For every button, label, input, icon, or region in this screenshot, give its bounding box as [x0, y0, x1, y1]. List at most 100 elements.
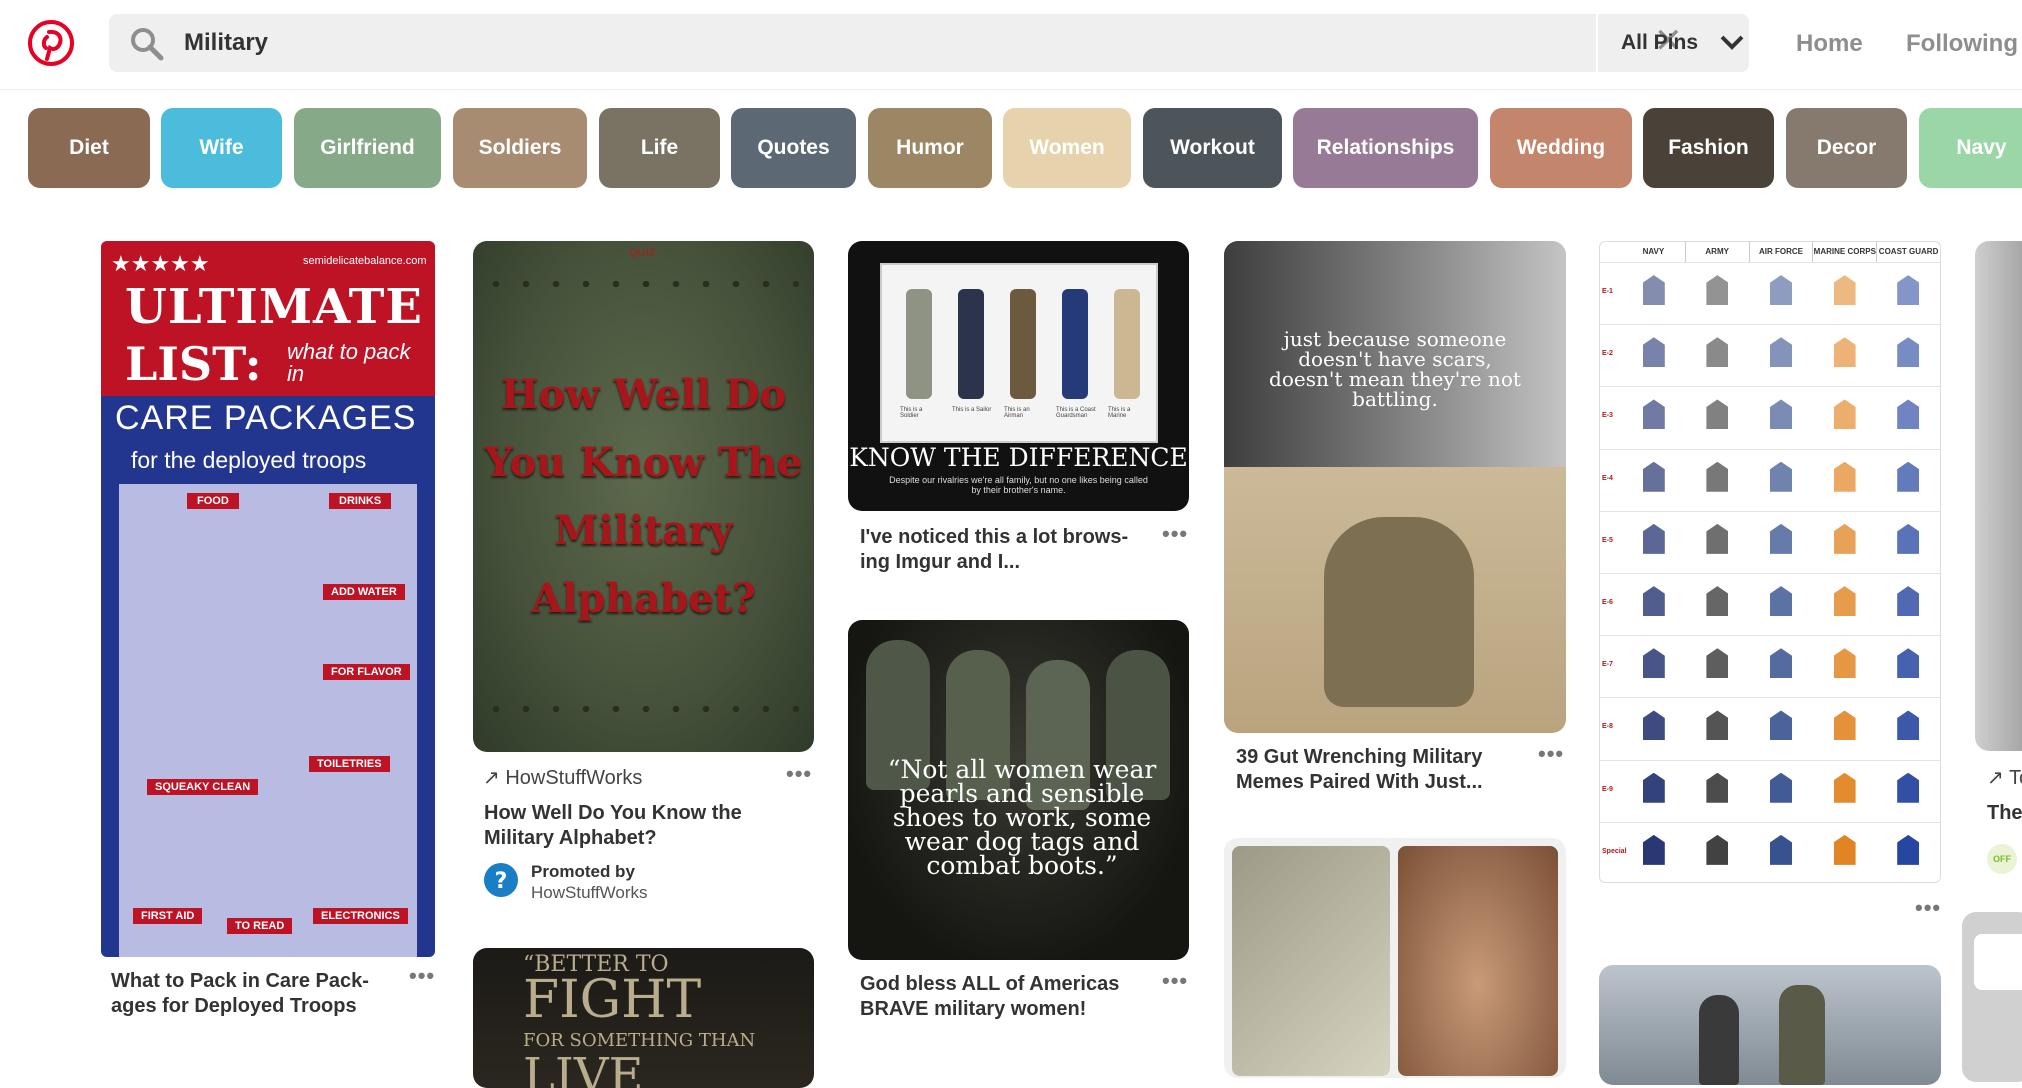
promoted-by: Promoted by HowStuffWorks — [531, 861, 648, 903]
chip-diet[interactable]: Diet — [28, 108, 150, 188]
pin-scars-meme[interactable]: just because someone doesn't have scars,… — [1224, 241, 1566, 801]
col-air-force: AIR FORCE — [1750, 242, 1814, 262]
rank-insignia-icon — [1770, 772, 1792, 803]
pin-source-link[interactable]: ↗ To — [1987, 765, 2022, 790]
home-link[interactable]: Home — [1796, 30, 1863, 58]
figure-sailor — [958, 289, 984, 399]
rank-insignia-icon — [1642, 399, 1665, 430]
more-options-icon[interactable]: ••• — [1538, 741, 1564, 767]
rank-insignia-icon — [1642, 710, 1665, 741]
pin-gym[interactable] — [1599, 965, 1941, 1085]
chip-life[interactable]: Life — [599, 108, 720, 188]
chip-girlfriend[interactable]: Girlfriend — [294, 108, 441, 188]
military-women-image[interactable]: “Not all women wear pearls and sensible … — [848, 620, 1189, 960]
rank-insignia-icon — [1642, 461, 1665, 492]
promoter-name[interactable]: HowStuffWorks — [531, 883, 648, 902]
chip-wedding[interactable]: Wedding — [1490, 108, 1632, 188]
all-pins-filter[interactable]: All Pins — [1621, 31, 1698, 55]
more-options-icon[interactable]: ••• — [409, 963, 435, 989]
chip-wife[interactable]: Wife — [161, 108, 282, 188]
pin-title[interactable]: How Well Do You Know the Military Alphab… — [484, 801, 784, 851]
pin-better-to-fight[interactable]: “BETTER TO FIGHT FOR SOMETHING THAN LIVE — [473, 948, 814, 1088]
chip-fashion[interactable]: Fashion — [1643, 108, 1774, 188]
chip-quotes[interactable]: Quotes — [731, 108, 856, 188]
more-options-icon[interactable]: ••• — [1162, 521, 1188, 547]
pin-dog-tags[interactable] — [1224, 838, 1566, 1078]
more-options-icon[interactable]: ••• — [1162, 968, 1188, 994]
pin-title[interactable]: 39 Gut Wrenching Military Memes Paired W… — [1236, 745, 1526, 795]
pin-rank-chart[interactable]: NAVY ARMY AIR FORCE MARINE CORPS COAST G… — [1599, 241, 1941, 921]
chip-women[interactable]: Women — [1003, 108, 1131, 188]
rank-rows: E-1 E-2 E-3 E-4 E-5 E-6 E-7 E-8 E-9 Special — [1600, 262, 1940, 882]
pin-title[interactable]: God bless ALL of Americas BRAVE military… — [860, 972, 1150, 1022]
more-options-icon[interactable]: ••• — [786, 761, 812, 787]
pin-care-packages[interactable]: ★★★★★ semidelicatebalance.com ULTIMATE L… — [101, 241, 437, 1021]
rank-insignia-icon — [1642, 275, 1665, 306]
right-edge-image-2[interactable] — [1962, 912, 2022, 1082]
rating-stars: ★★★★★ — [111, 251, 210, 276]
chip-soldiers[interactable]: Soldiers — [453, 108, 587, 188]
difference-subcaption: Despite our rivalries we're all family, … — [889, 475, 1148, 495]
scars-meme-image[interactable]: just because someone doesn't have scars,… — [1224, 241, 1566, 733]
rank-insignia-icon — [1833, 337, 1856, 368]
pin-military-women[interactable]: “Not all women wear pearls and sensible … — [848, 620, 1189, 1025]
rank-chart-image[interactable]: NAVY ARMY AIR FORCE MARINE CORPS COAST G… — [1599, 241, 1941, 883]
rank-insignia-icon — [1833, 461, 1856, 492]
rank-insignia-icon — [1706, 586, 1729, 617]
care-package-image[interactable]: ★★★★★ semidelicatebalance.com ULTIMATE L… — [101, 241, 435, 957]
figure-marine — [1114, 289, 1140, 399]
rank-insignia-icon — [1770, 461, 1792, 492]
rank-insignia-icon — [1897, 772, 1920, 803]
search-input[interactable]: Military — [184, 29, 268, 57]
following-link[interactable]: Following — [1906, 30, 2018, 58]
rank-insignia-icon — [1770, 834, 1792, 865]
rank-insignia-icon — [1642, 523, 1665, 554]
gym-image[interactable] — [1599, 965, 1941, 1085]
rivets-bottom — [481, 706, 806, 712]
rank-insignia-icon — [1833, 834, 1856, 865]
more-options-icon[interactable]: ••• — [1915, 895, 1941, 921]
better-to-fight-image[interactable]: “BETTER TO FIGHT FOR SOMETHING THAN LIVE — [473, 948, 814, 1088]
chip-workout[interactable]: Workout — [1143, 108, 1282, 188]
difference-caption: KNOW THE DIFFERENCE — [849, 443, 1188, 472]
col-army: ARMY — [1686, 242, 1750, 262]
source-avatar[interactable]: OFF — [1987, 844, 2017, 874]
scars-quote: just because someone doesn't have scars,… — [1269, 327, 1521, 411]
rank-insignia-icon — [1706, 337, 1729, 368]
rank-insignia-icon — [1706, 710, 1729, 741]
rank-row: E-8 — [1600, 697, 1940, 759]
howstuffworks-avatar-icon[interactable]: ? — [484, 863, 518, 897]
pin-military-alphabet[interactable]: QUIZ How Well Do You Know The Military A… — [473, 241, 814, 903]
rank-row: E-3 — [1600, 386, 1940, 448]
rank-insignia-icon — [1770, 399, 1792, 430]
rank-insignia-icon — [1706, 772, 1729, 803]
figure-airman — [1010, 289, 1036, 399]
care-headline-4: for the deployed troops — [131, 447, 367, 473]
chip-relationships[interactable]: Relationships — [1293, 108, 1478, 188]
pin-source-link[interactable]: ↗ HowStuffWorks — [483, 765, 642, 790]
right-edge-image[interactable] — [1975, 241, 2022, 751]
label-marine: This is a Marine — [1108, 407, 1131, 419]
know-difference-image[interactable]: This is a Soldier This is a Sailor This … — [848, 241, 1189, 511]
rank-insignia-icon — [1833, 586, 1856, 617]
chip-navy[interactable]: Navy — [1919, 108, 2022, 188]
pin-title[interactable]: The — [1987, 801, 2022, 826]
pin-title[interactable]: I've noticed this a lot brows-ing Imgur … — [860, 525, 1150, 575]
pin-right-edge-2[interactable] — [1962, 912, 2022, 1082]
pin-title[interactable]: What to Pack in Care Pack-ages for Deplo… — [111, 969, 401, 1019]
dog-tags-image[interactable] — [1224, 838, 1566, 1078]
chip-decor[interactable]: Decor — [1786, 108, 1907, 188]
care-headline-1: ULTIMATE — [125, 279, 423, 335]
pinterest-logo-icon[interactable] — [28, 20, 74, 66]
pin-right-edge[interactable]: ↗ To The OFF — [1975, 241, 2022, 881]
chip-humor[interactable]: Humor — [868, 108, 992, 188]
person-1 — [1699, 995, 1739, 1085]
rank-row: E-2 — [1600, 324, 1940, 386]
search-bar[interactable]: Military ✕ All Pins — [109, 14, 1749, 72]
rank-insignia-icon — [1770, 648, 1792, 679]
military-alphabet-image[interactable]: QUIZ How Well Do You Know The Military A… — [473, 241, 814, 752]
chevron-down-icon[interactable] — [1719, 32, 1745, 52]
top-bar: Military ✕ All Pins Home Following — [0, 0, 2022, 90]
pin-know-the-difference[interactable]: This is a Soldier This is a Sailor This … — [848, 241, 1189, 581]
rank-insignia-icon — [1706, 461, 1729, 492]
